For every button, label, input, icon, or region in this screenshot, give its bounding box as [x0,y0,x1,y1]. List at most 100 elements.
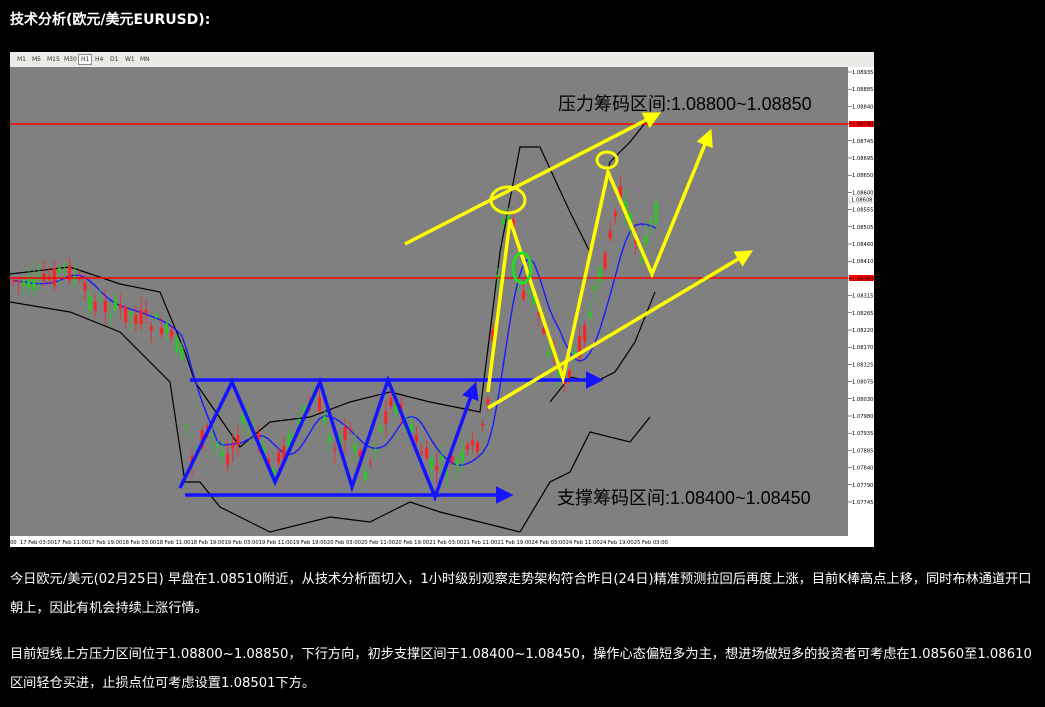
y-tick-label: 1.08555 [852,208,873,214]
y-tick-label: 1.08650 [852,173,873,179]
candle-body [420,451,423,454]
candle-body [379,426,383,432]
candle-body [588,312,592,318]
y-tick-label: 1.07790 [852,483,873,489]
candle-body [506,215,510,220]
y-tick-label: 1.08935 [852,70,873,76]
y-tick-label: 1.08505 [852,225,873,231]
candle-body [471,440,474,445]
candle-body [328,436,332,442]
candle-body [593,286,597,290]
candle-body [241,414,245,423]
candle-body [154,314,158,318]
y-tick-label: 1.08460 [852,242,873,248]
candle-body [12,280,15,282]
candle-body [476,442,480,452]
y-tick-label: 1.08030 [852,397,873,403]
candle-body [527,290,531,293]
candle-body [455,459,459,466]
candle-body [129,312,133,316]
y-tick-label: 1.07745 [852,500,873,506]
candle-body [430,458,434,470]
candle-body [654,202,658,223]
candle-body [323,416,327,423]
support-annotation: 支撑筹码区间:1.08400~1.08450 [557,488,811,508]
x-tick-label: 21 Feb 11:00 [463,540,497,546]
candle-body [124,307,128,323]
candle-body [440,456,444,460]
page-title: 技术分析(欧元/美元EURUSD): [10,12,211,28]
candle-body [221,452,225,456]
candle-body [93,301,97,311]
candle-body [98,298,102,300]
candle-body [159,327,163,335]
candle-body [445,472,449,475]
y-tick-label: 1.08220 [852,328,873,334]
y-tick-label: 1.08315 [852,294,873,300]
candle-body [236,435,240,445]
candle-body [139,309,143,325]
x-tick-label: 21 Feb 03:00 [429,540,463,546]
candle-body [409,424,413,431]
y-tick-label: 1.08075 [852,380,873,386]
price-chart: M1 M5 M15 M30 H1 H4 D1 W1 MN 1.08935 1.08… [10,52,874,547]
candle-body [185,424,189,426]
candle-body [465,444,469,450]
candle-body [210,436,214,439]
x-tick-label: 19 Feb 19:00 [293,540,327,546]
candle-body [603,253,607,269]
x-tick-label: 19 Feb 03:00 [225,540,259,546]
chart-canvas: 1.08935 1.08885 1.08840 1.08790 1.08745 1.086… [10,67,874,547]
y-tick-label: 1.08840 [852,104,873,110]
x-tick-label: 18 Feb 19:00 [191,540,225,546]
candle-body [501,219,505,224]
current-price-label: 1.08608 [851,198,872,204]
candle-body [57,268,61,273]
candle-body [522,291,525,299]
y-tick-label: 1.08410 [852,259,873,265]
candle-body [613,211,617,217]
candle-body [435,465,439,471]
x-tick-label: 18 Feb 03:00 [122,540,156,546]
x-tick-label: 24 Feb 11:00 [566,540,600,546]
candle-body [649,221,653,225]
candle-body [481,424,485,426]
y-tick-label: 1.08125 [852,362,873,368]
x-tick-label: 19 Feb 11:00 [259,540,293,546]
candle-body [608,231,612,239]
candle-body [277,452,281,463]
plot-area [10,67,848,536]
candle-body [567,370,571,378]
candle-body [52,267,56,286]
candle-body [17,280,21,283]
candle-body [333,448,337,451]
candle-body [180,347,184,359]
candle-body [389,397,393,407]
x-tick-label: 25 Feb 03:00 [634,540,668,546]
candle-body [583,325,587,342]
candle-body [134,314,138,325]
candle-body [353,444,357,452]
y-tick-label: 1.08885 [852,87,873,93]
candle-body [598,267,602,282]
candle-body [547,351,551,355]
candle-body [318,397,321,412]
resistance-annotation: 压力筹码区间:1.08800~1.08850 [558,94,812,114]
y-tick-label: 1.08265 [852,311,873,317]
candle-body [460,451,464,462]
x-tick-label: 18 Feb 11:00 [156,540,190,546]
candle-body [363,471,367,480]
x-tick-label: 24 Feb 19:00 [600,540,634,546]
candle-body [425,447,429,459]
x-tick-label: 20 Feb 03:00 [327,540,361,546]
x-tick-label: 20 Feb 19:00 [395,540,429,546]
candle-body [170,330,174,337]
candle-body [348,427,352,430]
candle-body [22,281,26,286]
candle-body [639,258,643,261]
candle-body [343,427,347,441]
candle-body [119,304,123,309]
candle-body [384,411,388,424]
candle-body [414,434,418,442]
y-tick-label: 1.08600 [852,190,873,196]
